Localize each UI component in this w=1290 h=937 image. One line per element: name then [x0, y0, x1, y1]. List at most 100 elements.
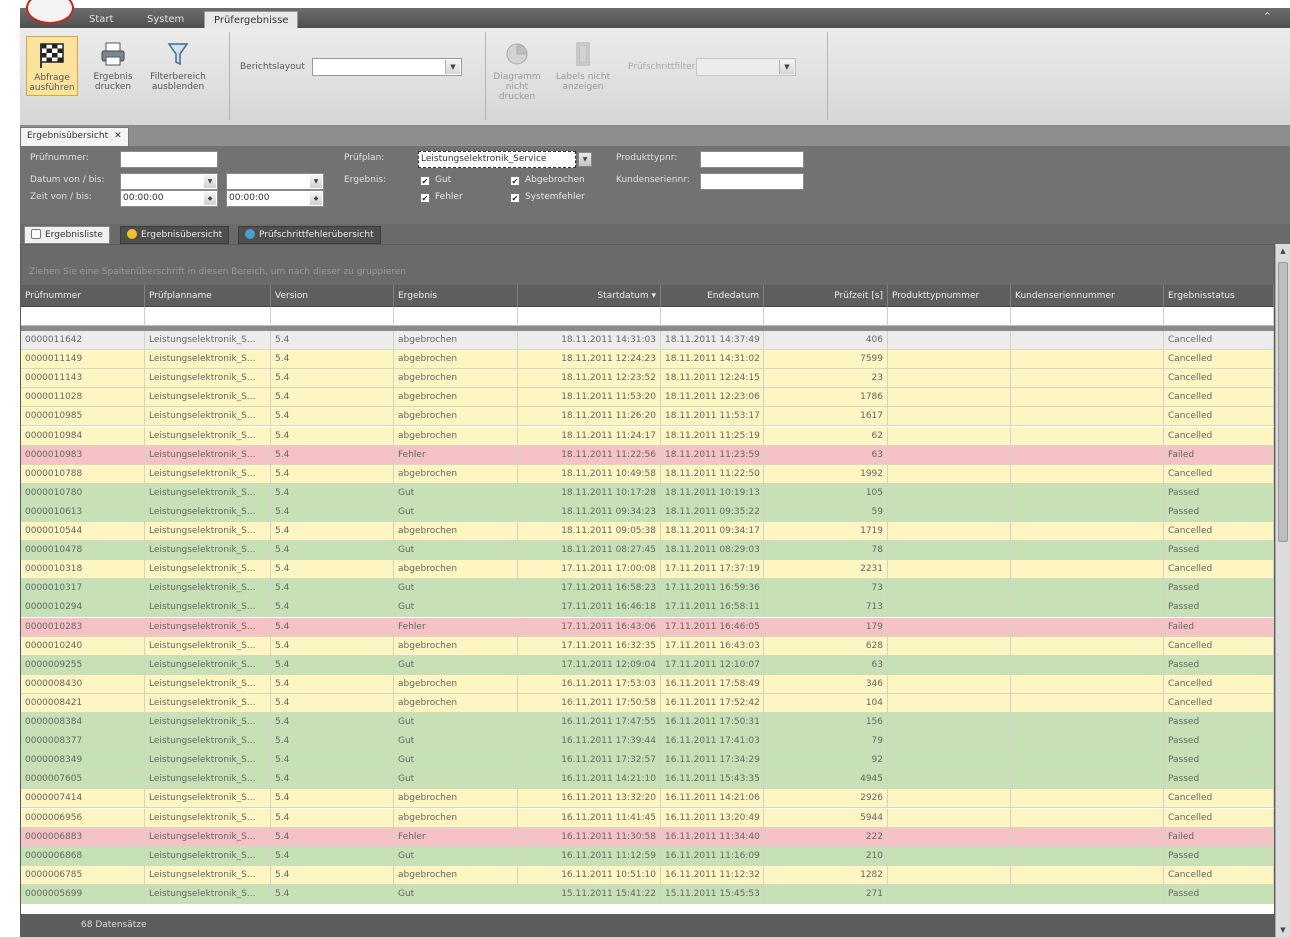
cell-pruefzeit: 713 [764, 598, 888, 618]
table-row[interactable]: 0000011149 Leistungselektronik_S... 5.4 abg… [21, 350, 1274, 370]
cell-startdatum: 16.11.2011 10:51:10 [518, 865, 661, 885]
table-row[interactable]: 0000010544 Leistungselektronik_S... 5.4 abg… [21, 522, 1274, 541]
report-layout-dropdown[interactable]: ▼ [312, 58, 462, 76]
minimize-ribbon-icon[interactable]: ⌃ [1263, 10, 1272, 23]
table-row[interactable]: 0000010283 Leistungselektronik_S... 5.4 Feh… [21, 617, 1274, 637]
filter-cell-produkttypnummer[interactable] [888, 307, 1011, 326]
table-row[interactable]: 0000008377 Leistungselektronik_S... 5.4 Gut… [21, 732, 1274, 752]
hide-filter-label: Filterbereich ausblenden [150, 72, 206, 92]
filter-cell-pruefplanname[interactable] [145, 307, 271, 326]
checkbox-fehler[interactable]: ✔ Fehler [420, 192, 463, 203]
doc-tab-ergebnisuebersicht[interactable]: Ergebnisübersicht ✕ [20, 127, 129, 146]
table-row[interactable]: 0000008421 Leistungselektronik_S... 5.4 abg… [21, 693, 1274, 713]
funnel-icon [167, 43, 189, 66]
cell-kundenseriennummer [1011, 617, 1164, 637]
vertical-scrollbar[interactable]: ▲ ▼ [1275, 244, 1290, 937]
table-row[interactable]: 0000008430 Leistungselektronik_S... 5.4 abg… [21, 674, 1274, 694]
column-header-version[interactable]: Version [271, 285, 394, 307]
column-header-ergebnisstatus[interactable]: Ergebnisstatus [1164, 285, 1274, 307]
column-header-produkttypnummer[interactable]: Produkttypnummer [888, 285, 1011, 307]
table-row[interactable]: 0000009255 Leistungselektronik_S... 5.4 Gut… [21, 655, 1274, 675]
table-row[interactable]: 0000007414 Leistungselektronik_S... 5.4 abg… [21, 789, 1274, 809]
cell-ergebnisstatus: Passed [1164, 502, 1274, 522]
column-header-startdatum[interactable]: Startdatum ▾ [518, 285, 661, 307]
table-row[interactable]: 0000010294 Leistungselektronik_S... 5.4 Gut… [21, 598, 1274, 618]
filter-cell-kundenseriennummer[interactable] [1011, 307, 1164, 326]
table-row[interactable]: 0000006956 Leistungselektronik_S... 5.4 abg… [21, 808, 1274, 828]
group-by-panel[interactable]: Ziehen Sie eine Spaltenüberschrift in di… [21, 245, 1274, 285]
table-row[interactable]: 0000011642 Leistungselektronik_S... 5.4 abg… [21, 331, 1274, 350]
column-header-ergebnis[interactable]: Ergebnis [394, 285, 518, 307]
table-row[interactable]: 0000010780 Leistungselektronik_S... 5.4 Gut… [21, 483, 1274, 503]
table-row[interactable]: 0000010613 Leistungselektronik_S... 5.4 Gut… [21, 502, 1274, 522]
cell-pruefzeit: 1617 [764, 407, 888, 427]
table-row[interactable]: 0000010983 Leistungselektronik_S... 5.4 Feh… [21, 445, 1274, 465]
filter-cell-version[interactable] [271, 307, 394, 326]
tab-pruefergebnisse[interactable]: Prüfergebnisse [204, 11, 299, 28]
cell-kundenseriennummer [1011, 713, 1164, 732]
scroll-up-icon[interactable]: ▲ [1276, 244, 1290, 258]
column-header-pruefzeit[interactable]: Prüfzeit [s] [764, 285, 888, 307]
checkbox-gut[interactable]: ✔ Gut [420, 175, 451, 186]
filter-cell-endedatum[interactable] [661, 307, 764, 326]
table-row[interactable]: 0000007605 Leistungselektronik_S... 5.4 Gut… [21, 770, 1274, 790]
cell-startdatum: 16.11.2011 11:41:45 [518, 808, 661, 828]
filter-cell-pruefzeit[interactable] [764, 307, 888, 326]
table-row[interactable]: 0000010318 Leistungselektronik_S... 5.4 abg… [21, 560, 1274, 580]
produkttyp-input[interactable] [700, 151, 804, 168]
table-row[interactable]: 0000010317 Leistungselektronik_S... 5.4 Gut… [21, 579, 1274, 599]
chevron-down-icon[interactable]: ▼ [578, 152, 592, 167]
table-row[interactable]: 0000005699 Leistungselektronik_S... 5.4 Gut… [21, 884, 1274, 904]
kunden-input[interactable] [700, 173, 804, 190]
filter-cell-ergebnis[interactable] [394, 307, 518, 326]
tab-system[interactable]: System [138, 11, 193, 28]
table-row[interactable]: 0000010984 Leistungselektronik_S... 5.4 abg… [21, 426, 1274, 446]
table-row[interactable]: 0000008384 Leistungselektronik_S... 5.4 Gut… [21, 713, 1274, 732]
filter-cell-ergebnisstatus[interactable] [1164, 307, 1274, 326]
cell-pruefnummer: 0000011028 [21, 388, 145, 408]
table-row[interactable]: 0000010985 Leistungselektronik_S... 5.4 abg… [21, 407, 1274, 427]
table-row[interactable]: 0000006868 Leistungselektronik_S... 5.4 Gut… [21, 846, 1274, 866]
diagram-print-button[interactable]: Diagramm nicht drucken [492, 40, 542, 102]
checkbox-systemfehler[interactable]: ✔ Systemfehler [510, 192, 585, 203]
column-header-endedatum[interactable]: Endedatum [661, 285, 764, 307]
filter-cell-pruefnummer[interactable] [21, 307, 145, 326]
zeit-von-input[interactable]: 00:00:00 ◆ [120, 190, 218, 207]
tab-pruefschrittfehler[interactable]: Prüfschrittfehlerübersicht [238, 226, 381, 244]
pruefplan-dropdown[interactable]: Leistungselektronik_Service [418, 151, 576, 168]
tab-ergebnisliste[interactable]: Ergebnisliste [24, 226, 110, 244]
table-row[interactable]: 0000011143 Leistungselektronik_S... 5.4 abg… [21, 369, 1274, 389]
table-row[interactable]: 0000006883 Leistungselektronik_S... 5.4 Feh… [21, 827, 1274, 847]
scroll-down-icon[interactable]: ▼ [1276, 923, 1290, 937]
cell-ergebnis: abgebrochen [394, 350, 518, 370]
datum-von-input[interactable]: ▼ [120, 173, 218, 190]
table-row[interactable]: 0000010240 Leistungselektronik_S... 5.4 abg… [21, 636, 1274, 656]
spinner-icon[interactable]: ◆ [310, 192, 322, 205]
app-logo[interactable] [26, 0, 74, 24]
run-query-button[interactable]: Abfrage ausführen [26, 36, 78, 96]
table-row[interactable]: 0000010478 Leistungselektronik_S... 5.4 Gut… [21, 541, 1274, 561]
print-result-button[interactable]: Ergebnis drucken [88, 40, 138, 92]
cell-ergebnisstatus: Cancelled [1164, 407, 1274, 427]
pruefnummer-input[interactable] [120, 151, 218, 168]
labels-show-button[interactable]: Labels nicht anzeigen [550, 40, 616, 92]
cell-pruefplanname: Leistungselektronik_S... [145, 502, 271, 522]
datum-bis-input[interactable]: ▼ [226, 173, 324, 190]
column-header-kundenseriennummer[interactable]: Kundenseriennummer [1011, 285, 1164, 307]
tab-start[interactable]: Start [80, 11, 122, 28]
column-header-pruefplanname[interactable]: Prüfplanname [145, 285, 271, 307]
zeit-bis-input[interactable]: 00:00:00 ◆ [226, 190, 324, 207]
filter-cell-startdatum[interactable] [518, 307, 661, 326]
close-icon[interactable]: ✕ [114, 131, 122, 141]
table-row[interactable]: 0000011028 Leistungselektronik_S... 5.4 abg… [21, 388, 1274, 408]
spinner-icon[interactable]: ◆ [204, 192, 216, 205]
scroll-thumb[interactable] [1278, 262, 1288, 542]
checkbox-abgebrochen[interactable]: ✔ Abgebrochen [510, 175, 585, 186]
tab-ergebnisuebersicht[interactable]: Ergebnisübersicht [120, 226, 230, 244]
hide-filter-button[interactable]: Filterbereich ausblenden [148, 40, 208, 92]
table-row[interactable]: 0000008349 Leistungselektronik_S... 5.4 Gut… [21, 751, 1274, 771]
step-filter-dropdown[interactable]: ▼ [696, 58, 796, 76]
table-row[interactable]: 0000006785 Leistungselektronik_S... 5.4 abg… [21, 865, 1274, 885]
column-header-pruefnummer[interactable]: Prüfnummer [21, 285, 145, 307]
table-row[interactable]: 0000010788 Leistungselektronik_S... 5.4 abg… [21, 464, 1274, 484]
